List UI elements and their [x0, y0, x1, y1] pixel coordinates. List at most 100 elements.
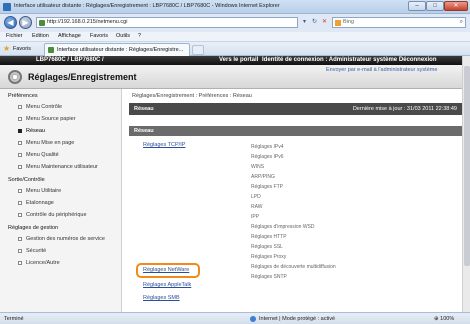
- sidebar-item-gestion-numeros[interactable]: Gestion des numéros de service: [18, 236, 105, 242]
- sidebar-item-label: Menu Maintenance utilisateur: [26, 164, 98, 170]
- sidebar-item-menu-utilitaire[interactable]: Menu Utilitaire: [18, 188, 61, 194]
- portal-link[interactable]: Vers le portail: [219, 57, 258, 63]
- close-button[interactable]: ✕: [444, 1, 468, 11]
- compat-view-icon[interactable]: ▾: [300, 18, 309, 27]
- sidebar-item-menu-source-papier[interactable]: Menu Source papier: [18, 116, 76, 122]
- network-title: Réseau: [134, 106, 154, 112]
- sidebar-section-preferences: Préférences: [8, 93, 38, 99]
- sidebar-item-label: Menu Mise en page: [26, 140, 75, 146]
- sidebar-item-label: Menu Qualité: [26, 152, 59, 158]
- logout-link[interactable]: Déconnexion: [399, 57, 437, 63]
- appletalk-settings-link[interactable]: Réglages AppleTalk: [143, 282, 191, 288]
- menu-affichage[interactable]: Affichage: [58, 33, 81, 39]
- zoom-control[interactable]: ⊕ 100%: [434, 316, 454, 322]
- smb-settings-link[interactable]: Réglages SMB: [143, 295, 180, 301]
- sidebar-section-reglages-gestion: Réglages de gestion: [8, 225, 59, 231]
- search-input[interactable]: Bing ⌕: [332, 17, 466, 28]
- menu-outils[interactable]: Outils: [116, 33, 130, 39]
- settings-gear-icon: [8, 70, 22, 84]
- zoom-icon: ⊕: [434, 316, 439, 322]
- main-content: Réglages/Enregistrement : Préférences : …: [124, 89, 470, 312]
- globe-icon: [250, 316, 256, 322]
- forward-button[interactable]: ▶: [19, 16, 32, 29]
- tcpip-subitem: Réglages HTTP: [251, 234, 287, 240]
- sidebar-item-label: Menu Source papier: [26, 116, 76, 122]
- tcpip-subitem: Réglages IPv6: [251, 154, 284, 160]
- tcpip-subitem: Réglages de découverte multidiffusion: [251, 264, 336, 270]
- sidebar-item-licence-autre[interactable]: Licence/Autre: [18, 260, 60, 266]
- sidebar-item-securite[interactable]: Sécurité: [18, 248, 46, 254]
- menu-bar: Fichier Edition Affichage Favoris Outils…: [0, 32, 470, 42]
- tab-title: Interface utilisateur distante : Réglage…: [57, 47, 184, 53]
- bullet-icon: [18, 117, 22, 121]
- email-admin-link[interactable]: Envoyer par e-mail à l'administrateur sy…: [326, 67, 437, 73]
- bullet-icon: [18, 141, 22, 145]
- security-zone[interactable]: Internet | Mode protégé : activé: [250, 316, 335, 322]
- tcpip-subitem: Réglages d'impression WSD: [251, 224, 315, 230]
- bullet-icon: [18, 261, 22, 265]
- bing-icon: [335, 20, 341, 26]
- refresh-icon[interactable]: ↻: [310, 18, 319, 27]
- back-button[interactable]: ◀: [4, 16, 17, 29]
- search-icon[interactable]: ⌕: [460, 18, 463, 27]
- new-tab-button[interactable]: [192, 45, 204, 55]
- sidebar-section-sortie-controle: Sortie/Contrôle: [8, 177, 45, 183]
- menu-fichier[interactable]: Fichier: [6, 33, 23, 39]
- tab-favicon-icon: [48, 47, 54, 53]
- identity-line: Identité de connexion : Administrateur s…: [262, 57, 437, 63]
- tcpip-subitem: ARP/PING: [251, 174, 275, 180]
- netware-settings-link[interactable]: Réglages NetWare: [143, 267, 189, 273]
- bullet-icon: [18, 105, 22, 109]
- tcpip-subitem: IPP: [251, 214, 260, 220]
- address-input[interactable]: http://192.168.0.215/netmenu.cgi: [36, 17, 298, 28]
- sidebar-item-label: Licence/Autre: [26, 260, 60, 266]
- scrollbar-thumb[interactable]: [464, 66, 470, 266]
- printer-model: LBP7680C / LBP7680C /: [36, 57, 104, 63]
- maximize-button[interactable]: □: [426, 1, 444, 11]
- menu-help[interactable]: ?: [138, 33, 141, 39]
- sidebar-item-label: Menu Utilitaire: [26, 188, 62, 194]
- menu-favoris[interactable]: Favoris: [90, 33, 108, 39]
- browser-tab[interactable]: Interface utilisateur distante : Réglage…: [44, 43, 190, 56]
- network-section-bar: Réseau: [129, 126, 463, 136]
- bullet-icon: [18, 237, 22, 241]
- sidebar-item-menu-maintenance[interactable]: Menu Maintenance utilisateur: [18, 164, 98, 170]
- favorites-label: Favoris: [13, 46, 32, 52]
- sidebar-item-label: Contrôle du périphérique: [26, 212, 87, 218]
- sidebar-item-label: Réseau: [26, 128, 45, 134]
- sidebar-item-controle-peripherique[interactable]: Contrôle du périphérique: [18, 212, 87, 218]
- sidebar-item-label: Etalonnage: [26, 200, 54, 206]
- last-update: Dernière mise à jour : 31/03 2011 22:38:…: [352, 106, 457, 112]
- tcpip-subitem: WINS: [251, 164, 265, 170]
- zoom-level: 100%: [440, 316, 455, 322]
- page-header: Réglages/Enregistrement Envoyer par e-ma…: [0, 65, 470, 89]
- address-url: http://192.168.0.215/netmenu.cgi: [47, 19, 128, 25]
- tcpip-settings-link[interactable]: Réglages TCP/IP: [143, 142, 185, 148]
- bullet-icon: [18, 249, 22, 253]
- network-title-bar: Réseau Dernière mise à jour : 31/03 2011…: [129, 103, 463, 115]
- sidebar-item-label: Sécurité: [26, 248, 47, 254]
- sidebar-item-reseau[interactable]: Réseau: [18, 128, 45, 134]
- menu-edition[interactable]: Edition: [32, 33, 49, 39]
- star-icon: ★: [3, 44, 11, 53]
- stop-icon[interactable]: ✕: [320, 18, 329, 27]
- network-section-title: Réseau: [134, 128, 154, 134]
- favorites-button[interactable]: ★ Favoris: [3, 44, 31, 54]
- bullet-icon: [18, 189, 22, 193]
- minimize-button[interactable]: –: [408, 1, 426, 11]
- sidebar-item-label: Menu Contrôle: [26, 104, 63, 110]
- tcpip-subitem: RAW: [251, 204, 263, 210]
- sidebar-item-etalonnage[interactable]: Etalonnage: [18, 200, 54, 206]
- tcpip-subitem: Réglages SNTP: [251, 274, 287, 280]
- sidebar-item-menu-controle[interactable]: Menu Contrôle: [18, 104, 62, 110]
- bullet-icon: [18, 165, 22, 169]
- status-text: Terminé: [4, 316, 24, 322]
- sidebar-item-menu-mise-en-page[interactable]: Menu Mise en page: [18, 140, 74, 146]
- tcpip-subitem: Réglages Proxy: [251, 254, 287, 260]
- page-content: LBP7680C / LBP7680C / Vers le portail Id…: [0, 56, 470, 312]
- identity-text: Identité de connexion : Administrateur s…: [262, 57, 398, 63]
- ie-icon: [3, 3, 11, 11]
- vertical-scrollbar[interactable]: [462, 56, 470, 312]
- sidebar-item-menu-qualite[interactable]: Menu Qualité: [18, 152, 59, 158]
- tcpip-subitem: Réglages FTP: [251, 184, 283, 190]
